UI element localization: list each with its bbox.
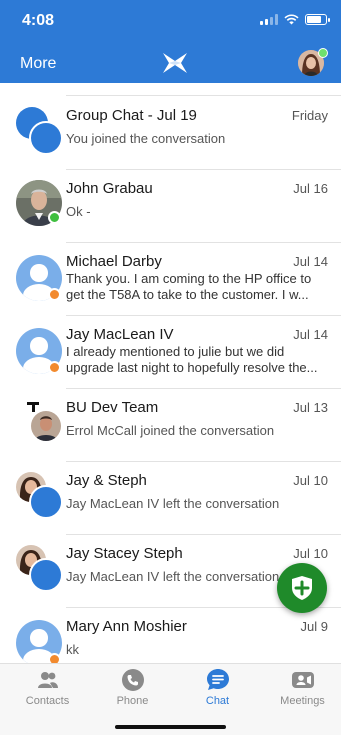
conversation-date: Jul 14 xyxy=(293,327,328,342)
presence-online-badge xyxy=(48,211,61,224)
conversation-row[interactable]: Mary Ann Moshier Jul 9 kk xyxy=(0,608,341,663)
app-logo-icon xyxy=(163,53,187,73)
conversation-row[interactable]: Jay MacLean IV Jul 14 I already mentione… xyxy=(0,316,341,389)
meetings-icon xyxy=(291,672,314,688)
tab-label: Chat xyxy=(205,695,230,707)
presence-away-badge xyxy=(48,361,61,374)
cellular-signal-icon xyxy=(260,14,278,25)
conversation-name: Jay & Steph xyxy=(66,472,147,489)
tab-label: Phone xyxy=(116,695,149,707)
conversation-row[interactable]: Jay & Steph Jul 10 Jay MacLean IV left t… xyxy=(0,462,341,535)
conversation-name: Jay MacLean IV xyxy=(66,326,174,343)
tab-meetings[interactable]: Meetings xyxy=(260,668,341,707)
presence-away-badge xyxy=(48,653,61,663)
more-button[interactable]: More xyxy=(20,55,56,73)
conversation-row[interactable]: BU Dev Team Jul 13 Errol McCall joined t… xyxy=(0,389,341,462)
team-logo-icon xyxy=(27,402,39,412)
conversation-name: Michael Darby xyxy=(66,253,162,270)
conversation-name: Group Chat - Jul 19 xyxy=(66,107,197,124)
conversation-preview: I already mentioned to julie but we did … xyxy=(66,344,318,375)
conversation-row[interactable]: John Grabau Jul 16 Ok - xyxy=(0,170,341,243)
home-indicator xyxy=(115,725,226,729)
conversation-date: Jul 13 xyxy=(293,400,328,415)
battery-icon xyxy=(305,14,330,25)
conversation-date: Jul 10 xyxy=(293,546,328,561)
conversation-row[interactable]: Group Chat - Jul 19 Friday You joined th… xyxy=(0,97,341,170)
conversation-date: Jul 16 xyxy=(293,181,328,196)
tab-chat[interactable]: Chat xyxy=(175,668,260,707)
presence-away-badge xyxy=(48,288,61,301)
conversation-row[interactable]: Michael Darby Jul 14 Thank you. I am com… xyxy=(0,243,341,316)
tab-label: Contacts xyxy=(25,695,70,707)
divider xyxy=(66,95,341,96)
member-avatar xyxy=(31,411,61,441)
conversation-date: Friday xyxy=(291,108,328,123)
tab-contacts[interactable]: Contacts xyxy=(5,668,90,707)
conversation-date: Jul 9 xyxy=(300,619,328,634)
conversation-name: John Grabau xyxy=(66,180,153,197)
status-icons xyxy=(260,14,330,25)
presence-online-badge xyxy=(318,48,328,58)
conversation-preview: Ok - xyxy=(66,204,91,219)
group-avatar-front xyxy=(29,121,63,155)
contacts-icon xyxy=(37,672,58,688)
conversation-name: BU Dev Team xyxy=(66,399,159,416)
conversation-name: Jay Stacey Steph xyxy=(66,545,183,562)
tab-label: Meetings xyxy=(280,695,325,707)
group-avatar-front xyxy=(29,485,63,519)
conversation-name: Mary Ann Moshier xyxy=(66,618,187,635)
conversation-preview: You joined the conversation xyxy=(66,131,226,146)
phone-icon xyxy=(121,669,144,691)
conversation-preview: Jay MacLean IV left the conversation xyxy=(66,496,280,511)
conversation-date: Jul 10 xyxy=(293,473,328,488)
wifi-icon xyxy=(284,14,299,25)
chat-icon xyxy=(206,669,229,690)
group-avatar-front xyxy=(29,558,63,592)
tab-phone[interactable]: Phone xyxy=(90,668,175,707)
conversation-date: Jul 14 xyxy=(293,254,328,269)
conversation-preview: Errol McCall joined the conversation xyxy=(66,423,275,438)
app-header: 4:08 More xyxy=(0,0,341,83)
conversation-preview: kk xyxy=(66,642,79,657)
new-chat-shield-plus-icon xyxy=(292,576,312,600)
status-time: 4:08 xyxy=(22,12,55,29)
conversation-preview: Thank you. I am coming to the HP office … xyxy=(66,271,312,302)
conversation-preview: Jay MacLean IV left the conversation xyxy=(66,569,280,584)
new-chat-button[interactable] xyxy=(277,563,327,613)
